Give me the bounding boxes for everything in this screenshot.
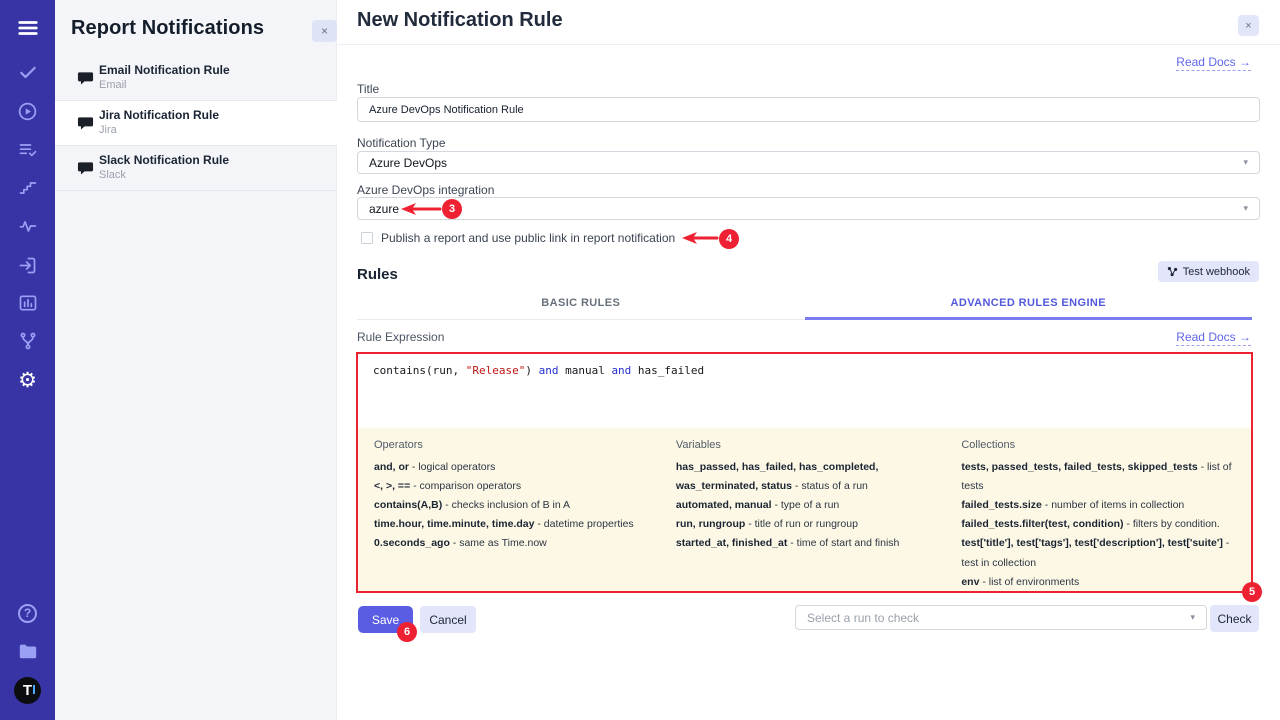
form-close-button[interactable]: × bbox=[1238, 15, 1259, 36]
pulse-icon[interactable] bbox=[0, 213, 55, 239]
report-notifications-panel: Report Notifications × Email Notificatio… bbox=[55, 0, 337, 720]
publish-checkbox-label: Publish a report and use public link in … bbox=[381, 231, 675, 245]
check-button[interactable]: Check bbox=[1210, 605, 1259, 632]
rule-item-subtitle: Slack bbox=[99, 169, 126, 181]
profile-logo[interactable]: T bbox=[0, 677, 55, 703]
title-input[interactable] bbox=[357, 97, 1260, 122]
step-badge-5: 5 bbox=[1242, 582, 1262, 602]
step-badge-3: 3 bbox=[442, 199, 462, 219]
test-webhook-button[interactable]: Test webhook bbox=[1158, 261, 1259, 282]
list-item[interactable]: Slack Notification Rule Slack bbox=[55, 146, 337, 191]
new-notification-rule-form: New Notification Rule × Read Docs → Titl… bbox=[337, 0, 1280, 720]
notification-rule-list: Email Notification Rule Email Jira Notif… bbox=[55, 56, 337, 191]
read-docs-link-2[interactable]: Read Docs → bbox=[1176, 330, 1251, 346]
steps-icon[interactable] bbox=[0, 175, 55, 201]
run-select-placeholder: Select a run to check bbox=[807, 611, 919, 625]
list-item[interactable]: Email Notification Rule Email bbox=[55, 56, 337, 101]
chat-bubble-icon bbox=[77, 70, 94, 92]
integration-label: Azure DevOps integration bbox=[357, 183, 494, 197]
rules-heading: Rules bbox=[357, 266, 398, 283]
app-window: ⚙ ? T Report Notifications × Email Notif… bbox=[0, 0, 1280, 720]
rules-tabs: BASIC RULESADVANCED RULES ENGINE bbox=[357, 291, 1252, 320]
menu-icon[interactable] bbox=[0, 15, 55, 41]
panel-title: Report Notifications bbox=[71, 17, 264, 40]
rule-item-subtitle: Email bbox=[99, 79, 127, 91]
import-icon[interactable] bbox=[0, 252, 55, 278]
list-item[interactable]: Jira Notification Rule Jira bbox=[55, 101, 337, 146]
notification-type-value: Azure DevOps bbox=[369, 156, 447, 170]
panel-close-button[interactable]: × bbox=[312, 20, 337, 42]
annotation-arrow-3 bbox=[394, 202, 442, 216]
webhook-icon bbox=[1167, 266, 1178, 277]
branch-icon[interactable] bbox=[0, 328, 55, 354]
runs-play-icon[interactable] bbox=[0, 98, 55, 124]
test-plans-icon[interactable] bbox=[0, 137, 55, 163]
read-docs-link[interactable]: Read Docs → bbox=[1176, 55, 1251, 71]
help-column-operators: Operatorsand, or - logical operators<, >… bbox=[374, 439, 656, 591]
step-badge-6: 6 bbox=[397, 622, 417, 642]
integration-select[interactable]: azure ▾ bbox=[357, 197, 1260, 220]
rule-item-title: Slack Notification Rule bbox=[99, 153, 229, 167]
report-chart-icon[interactable] bbox=[0, 290, 55, 316]
rule-expression-editor[interactable]: contains(run, "Release") and manual and … bbox=[358, 354, 1251, 428]
rule-expression-code: contains(run, "Release") and manual and … bbox=[373, 364, 704, 377]
chat-bubble-icon bbox=[77, 115, 94, 137]
help-column-collections: Collectionstests, passed_tests, failed_t… bbox=[961, 439, 1235, 591]
tab-advanced-rules-engine[interactable]: ADVANCED RULES ENGINE bbox=[805, 291, 1253, 320]
annotation-arrow-4 bbox=[675, 231, 719, 245]
chevron-down-icon: ▾ bbox=[1243, 203, 1248, 214]
help-icon[interactable]: ? bbox=[0, 600, 55, 626]
settings-gear-icon[interactable]: ⚙ bbox=[0, 367, 55, 393]
rule-expression-label: Rule Expression bbox=[357, 330, 444, 344]
cancel-button[interactable]: Cancel bbox=[420, 606, 476, 633]
test-webhook-label: Test webhook bbox=[1183, 266, 1250, 278]
expression-help-panel: Operatorsand, or - logical operators<, >… bbox=[358, 428, 1251, 591]
chevron-down-icon: ▾ bbox=[1190, 612, 1195, 623]
help-column-variables: Variableshas_passed, has_failed, has_com… bbox=[676, 439, 941, 591]
form-header: New Notification Rule × bbox=[337, 0, 1280, 45]
rule-item-title: Jira Notification Rule bbox=[99, 108, 219, 122]
chat-bubble-icon bbox=[77, 160, 94, 182]
notification-type-label: Notification Type bbox=[357, 136, 446, 150]
notification-type-select[interactable]: Azure DevOps ▾ bbox=[357, 151, 1260, 174]
rule-item-subtitle: Jira bbox=[99, 124, 117, 136]
rule-item-title: Email Notification Rule bbox=[99, 63, 230, 77]
title-label: Title bbox=[357, 82, 379, 96]
tasks-check-icon[interactable] bbox=[0, 59, 55, 85]
publish-checkbox[interactable] bbox=[361, 232, 373, 244]
icon-sidebar: ⚙ ? T bbox=[0, 0, 55, 720]
step-badge-4: 4 bbox=[719, 229, 739, 249]
page-title: New Notification Rule bbox=[357, 9, 563, 32]
chevron-down-icon: ▾ bbox=[1243, 157, 1248, 168]
projects-folder-icon[interactable] bbox=[0, 638, 55, 664]
tab-basic-rules[interactable]: BASIC RULES bbox=[357, 291, 805, 320]
run-to-check-select[interactable]: Select a run to check ▾ bbox=[795, 605, 1207, 630]
annotation-rect-5: contains(run, "Release") and manual and … bbox=[356, 352, 1253, 593]
